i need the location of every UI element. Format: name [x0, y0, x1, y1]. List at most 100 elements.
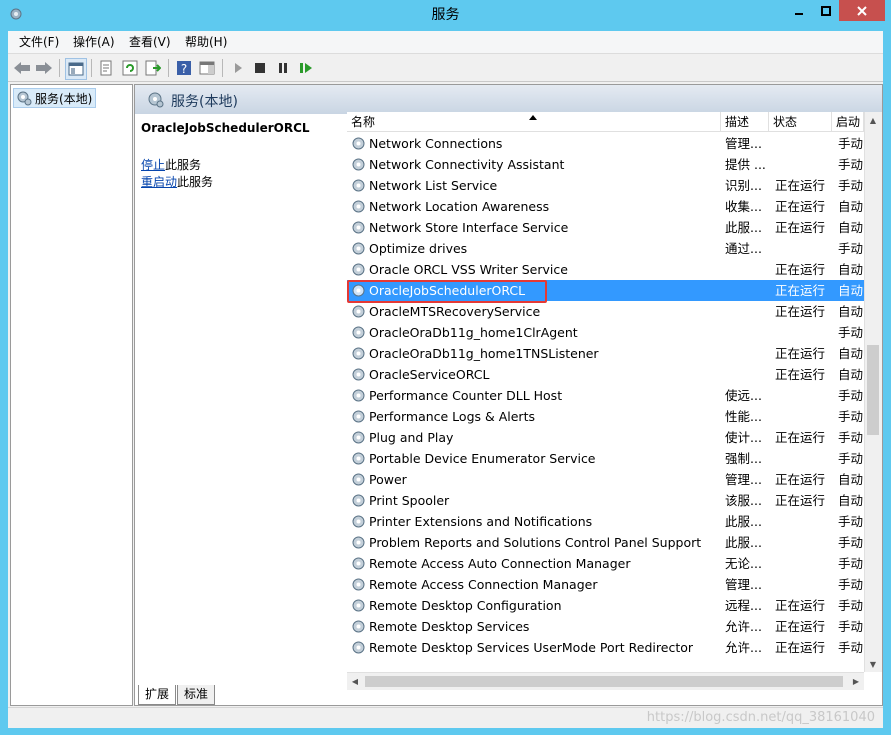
properties-icon	[100, 60, 112, 76]
table-row[interactable]: Plug and Play 使计... 正在运行 手动	[347, 427, 864, 448]
vertical-scroll-thumb[interactable]	[867, 345, 879, 435]
export-list-button[interactable]	[143, 58, 163, 78]
service-status: 正在运行	[775, 346, 826, 361]
service-startup-type: 手动	[838, 598, 864, 613]
service-startup-type: 自动	[838, 262, 864, 277]
tree-item-label: 服务(本地)	[35, 91, 93, 106]
restart-service-link[interactable]: 重启动	[141, 175, 177, 189]
table-row[interactable]: Remote Desktop Services UserMode Port Re…	[347, 637, 864, 658]
service-name: Performance Counter DLL Host	[369, 388, 563, 403]
stop-service-button[interactable]	[250, 58, 270, 78]
vertical-scrollbar[interactable]: ▲ ▼	[864, 112, 882, 672]
show-console-tree-button[interactable]	[65, 58, 87, 80]
service-name: Oracle ORCL VSS Writer Service	[369, 262, 568, 277]
service-startup-type: 手动	[838, 514, 864, 529]
status-bar: https://blog.csdn.net/qq_38161040	[8, 707, 883, 728]
scroll-up-icon[interactable]: ▲	[865, 112, 881, 128]
table-row[interactable]: Performance Logs & Alerts 性能... 手动	[347, 406, 864, 427]
table-row[interactable]: Performance Counter DLL Host 使远... 手动	[347, 385, 864, 406]
table-row[interactable]: Network Location Awareness 收集... 正在运行 自动	[347, 196, 864, 217]
table-row[interactable]: OracleOraDb11g_home1TNSListener 正在运行 自动	[347, 343, 864, 364]
table-row[interactable]: Power 管理... 正在运行 自动	[347, 469, 864, 490]
pause-service-button[interactable]	[273, 58, 293, 78]
table-row[interactable]: Optimize drives 通过... 手动	[347, 238, 864, 259]
services-rows: Network Connections 管理... 手动 Network Connec…	[347, 133, 864, 672]
table-row[interactable]: OracleMTSRecoveryService 正在运行 自动	[347, 301, 864, 322]
table-row[interactable]: Network Connections 管理... 手动	[347, 133, 864, 154]
table-row[interactable]: Portable Device Enumerator Service 强制... 手…	[347, 448, 864, 469]
console-tree-icon	[68, 62, 84, 76]
column-header-name[interactable]: 名称	[347, 112, 721, 132]
menu-help[interactable]: 帮助(H)	[185, 34, 227, 50]
service-description: 使远...	[725, 388, 762, 403]
minimize-button[interactable]	[785, 0, 812, 21]
service-name: Performance Logs & Alerts	[369, 409, 535, 424]
service-gear-icon	[352, 200, 365, 213]
window-title: 服务	[431, 7, 460, 23]
table-row[interactable]: Remote Access Connection Manager 管理... 手动	[347, 574, 864, 595]
refresh-icon	[122, 60, 138, 76]
stop-service-link[interactable]: 停止	[141, 158, 165, 172]
menu-file[interactable]: 文件(F)	[19, 34, 59, 50]
table-row[interactable]: Printer Extensions and Notifications 此服..…	[347, 511, 864, 532]
table-row[interactable]: Oracle ORCL VSS Writer Service 正在运行 自动	[347, 259, 864, 280]
main-pane: 服务(本地) OracleJobSchedulerORCL 停止此服务 重启动此…	[134, 84, 883, 706]
forward-arrow-icon	[36, 62, 52, 74]
scroll-down-icon[interactable]: ▼	[865, 656, 881, 672]
service-description: 该服...	[725, 493, 762, 508]
show-pane-icon	[199, 61, 215, 75]
table-row[interactable]: OracleJobSchedulerORCL 正在运行 自动	[347, 280, 864, 303]
table-row[interactable]: Remote Desktop Services 允许... 正在运行 手动	[347, 616, 864, 637]
menu-view[interactable]: 查看(V)	[129, 34, 171, 50]
table-row[interactable]: Remote Access Auto Connection Manager 无论.…	[347, 553, 864, 574]
restart-service-button[interactable]	[296, 58, 316, 78]
title-bar[interactable]: 服务	[0, 0, 891, 31]
column-header-description[interactable]: 描述	[721, 112, 769, 132]
start-service-button[interactable]	[228, 58, 248, 78]
tree-item-services-local[interactable]: 服务(本地)	[13, 88, 97, 108]
table-row[interactable]: Print Spooler 该服... 正在运行 自动	[347, 490, 864, 511]
refresh-button[interactable]	[120, 58, 140, 78]
service-description: 允许...	[725, 640, 762, 655]
service-startup-type: 手动	[838, 178, 864, 193]
service-description: 性能...	[725, 409, 762, 424]
service-name: Network Location Awareness	[369, 199, 550, 214]
service-description: 管理...	[725, 136, 762, 151]
menu-bar: 文件(F) 操作(A) 查看(V) 帮助(H)	[8, 31, 883, 54]
service-name: OracleOraDb11g_home1TNSListener	[369, 346, 599, 361]
properties-button[interactable]	[96, 58, 116, 78]
back-button[interactable]	[12, 58, 32, 78]
service-status: 正在运行	[775, 262, 826, 277]
service-description: 使计...	[725, 430, 762, 445]
tab-extended[interactable]: 扩展	[138, 685, 177, 705]
table-row[interactable]: Problem Reports and Solutions Control Pa…	[347, 532, 864, 553]
services-gear-icon	[148, 92, 164, 108]
column-header-startup-type[interactable]: 启动	[832, 112, 864, 132]
close-button[interactable]	[839, 0, 885, 21]
maximize-icon	[820, 5, 831, 16]
service-startup-type: 自动	[838, 220, 864, 235]
table-row[interactable]: Remote Desktop Configuration 远程... 正在运行 手动	[347, 595, 864, 616]
column-header-status[interactable]: 状态	[769, 112, 832, 132]
menu-action[interactable]: 操作(A)	[73, 34, 115, 50]
table-row[interactable]: Network Store Interface Service 此服... 正在运行…	[347, 217, 864, 238]
service-status: 正在运行	[775, 619, 826, 634]
table-row[interactable]: OracleServiceORCL 正在运行 自动	[347, 364, 864, 385]
table-row[interactable]: Network List Service 识别... 正在运行 手动	[347, 175, 864, 196]
service-gear-icon	[352, 494, 365, 507]
table-row[interactable]: Network Connectivity Assistant 提供 ... 手动	[347, 154, 864, 175]
service-name: Printer Extensions and Notifications	[369, 514, 593, 529]
show-action-pane-button[interactable]	[197, 58, 217, 78]
export-list-icon	[145, 60, 161, 76]
service-startup-type: 手动	[838, 556, 864, 571]
help-button[interactable]: ?	[174, 58, 194, 78]
table-row[interactable]: OracleOraDb11g_home1ClrAgent 手动	[347, 322, 864, 343]
service-description: 此服...	[725, 220, 762, 235]
maximize-button[interactable]	[812, 0, 839, 21]
forward-button[interactable]	[34, 58, 54, 78]
tab-standard[interactable]: 标准	[177, 685, 216, 705]
service-description: 允许...	[725, 619, 762, 634]
service-description: 此服...	[725, 535, 762, 550]
column-header-label: 名称	[351, 115, 376, 129]
service-gear-icon	[352, 158, 365, 171]
